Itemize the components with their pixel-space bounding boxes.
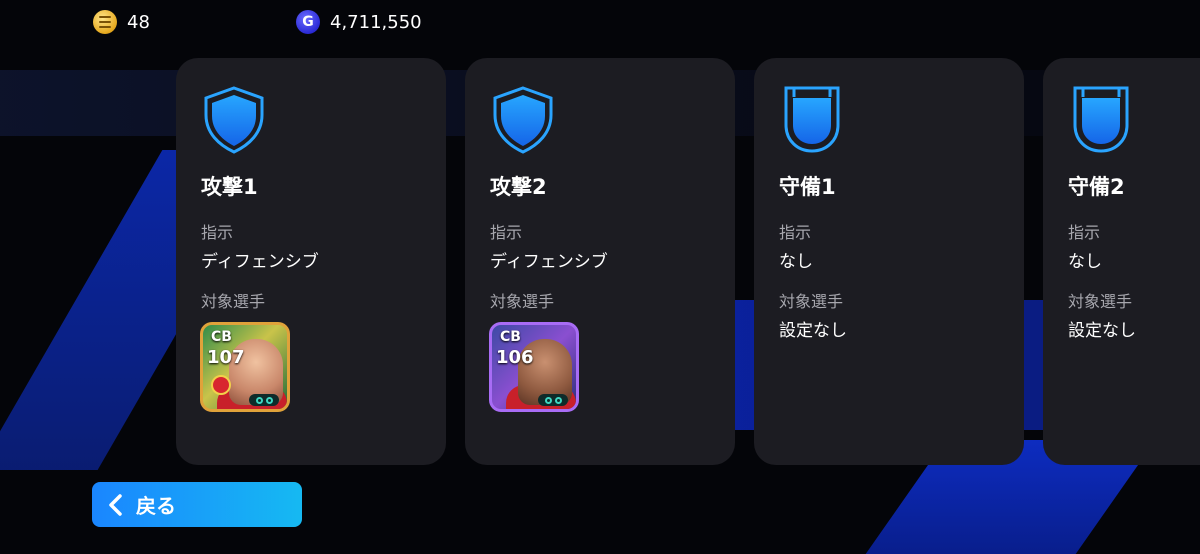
chevron-left-icon (109, 493, 122, 516)
screen: 48 G 4,711,550 攻撃1 指示 ディフェンシブ 対象選手 CB 10… (0, 0, 1200, 554)
instruction-value: なし (779, 252, 813, 272)
coin-icon (93, 10, 117, 34)
instruction-label: 指示 (1068, 223, 1101, 242)
player-card[interactable]: CB 107 (200, 322, 290, 412)
gp-balance: G 4,711,550 (296, 10, 422, 34)
shield-icon (202, 85, 266, 155)
card-title: 攻撃2 (490, 175, 547, 199)
player-rating: 107 (207, 347, 245, 368)
instruction-value: なし (1068, 252, 1102, 272)
target-player-label: 対象選手 (201, 292, 266, 311)
instruction-card-defense-2[interactable]: 守備2 指示 なし 対象選手 設定なし (1043, 58, 1200, 465)
skill-icon (249, 394, 279, 406)
player-position: CB (211, 329, 232, 345)
target-player-value: 設定なし (1068, 321, 1136, 341)
card-title: 守備1 (779, 175, 836, 199)
club-badge-icon (211, 375, 231, 395)
player-rating: 106 (496, 347, 534, 368)
instruction-card-attack-1[interactable]: 攻撃1 指示 ディフェンシブ 対象選手 CB 107 (176, 58, 446, 465)
target-player-label: 対象選手 (779, 292, 844, 311)
instruction-value: ディフェンシブ (490, 252, 608, 272)
card-title: 攻撃1 (201, 175, 258, 199)
target-player-value: 設定なし (779, 321, 847, 341)
player-position: CB (500, 329, 521, 345)
coin-balance: 48 (93, 10, 150, 34)
target-player-label: 対象選手 (1068, 292, 1133, 311)
shield-icon (780, 85, 844, 155)
skill-icon (538, 394, 568, 406)
instruction-label: 指示 (201, 223, 234, 242)
target-player-label: 対象選手 (490, 292, 555, 311)
instruction-label: 指示 (779, 223, 812, 242)
shield-icon (1069, 85, 1133, 155)
coin-amount: 48 (127, 11, 150, 33)
shield-icon (491, 85, 555, 155)
gp-icon: G (296, 10, 320, 34)
instruction-card-defense-1[interactable]: 守備1 指示 なし 対象選手 設定なし (754, 58, 1024, 465)
instruction-label: 指示 (490, 223, 523, 242)
instruction-card-attack-2[interactable]: 攻撃2 指示 ディフェンシブ 対象選手 CB 106 (465, 58, 735, 465)
back-button[interactable]: 戻る (92, 482, 302, 527)
player-card[interactable]: CB 106 (489, 322, 579, 412)
instruction-value: ディフェンシブ (201, 252, 319, 272)
card-title: 守備2 (1068, 175, 1125, 199)
gp-amount: 4,711,550 (330, 11, 422, 33)
back-button-label: 戻る (136, 494, 176, 518)
